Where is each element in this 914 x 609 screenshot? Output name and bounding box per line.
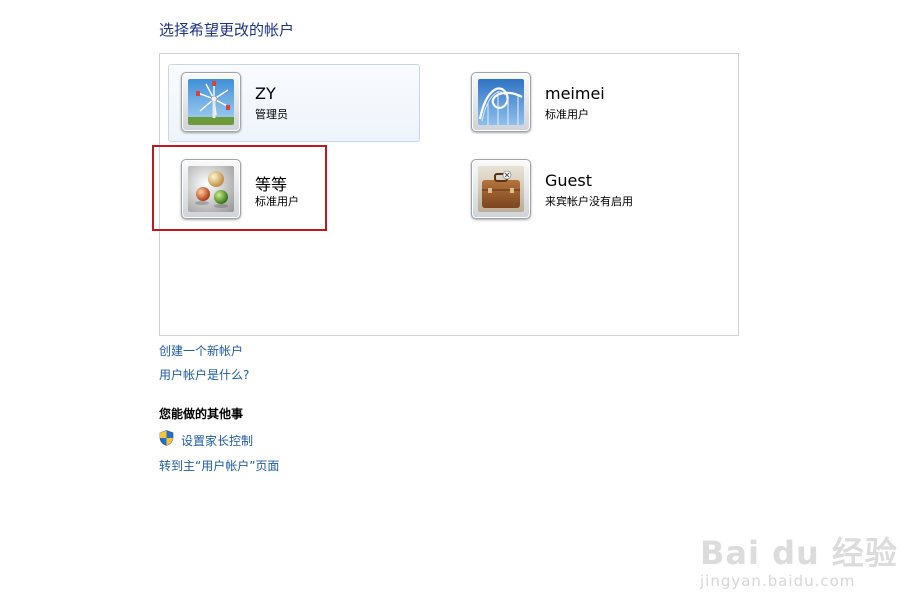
account-name: ZY: [255, 84, 276, 103]
rollercoaster-icon: [478, 79, 524, 125]
page-title: 选择希望更改的帐户: [159, 21, 295, 39]
account-role: 标准用户: [545, 108, 589, 121]
goto-main-accounts-link[interactable]: 转到主“用户帐户”页面: [159, 457, 279, 474]
watermark-logo: Bai du 经验: [700, 534, 898, 572]
account-meimei[interactable]: meimei 标准用户: [458, 64, 710, 142]
account-name: Guest: [545, 171, 592, 190]
account-picture-frame: [181, 159, 241, 219]
account-zy[interactable]: ZY 管理员: [168, 64, 420, 142]
watermark-url: jingyan.baidu.com: [700, 572, 856, 590]
suitcase-icon: [478, 166, 524, 212]
account-picture-frame: [471, 72, 531, 132]
shield-icon: [159, 430, 174, 446]
account-name: meimei: [545, 84, 605, 103]
account-role: 标准用户: [255, 195, 299, 208]
account-picture-frame: [471, 159, 531, 219]
account-dengdeng[interactable]: 等等 标准用户: [168, 151, 420, 229]
windmill-icon: [188, 79, 234, 125]
account-name: 等等: [255, 175, 288, 194]
marbles-icon: [188, 166, 234, 212]
create-account-link[interactable]: 创建一个新帐户: [159, 342, 243, 359]
account-role: 管理员: [255, 108, 288, 121]
account-guest[interactable]: Guest 来宾帐户没有启用: [458, 151, 710, 229]
other-tasks-heading: 您能做的其他事: [159, 407, 244, 421]
what-is-account-link[interactable]: 用户帐户是什么?: [159, 366, 249, 383]
parental-controls-link[interactable]: 设置家长控制: [181, 432, 253, 449]
account-picture-frame: [181, 72, 241, 132]
account-role: 来宾帐户没有启用: [545, 195, 633, 208]
accounts-panel: ZY 管理员 meimei 标准用户 等等 标准用户 Guest 来宾帐户没有启…: [159, 53, 739, 336]
